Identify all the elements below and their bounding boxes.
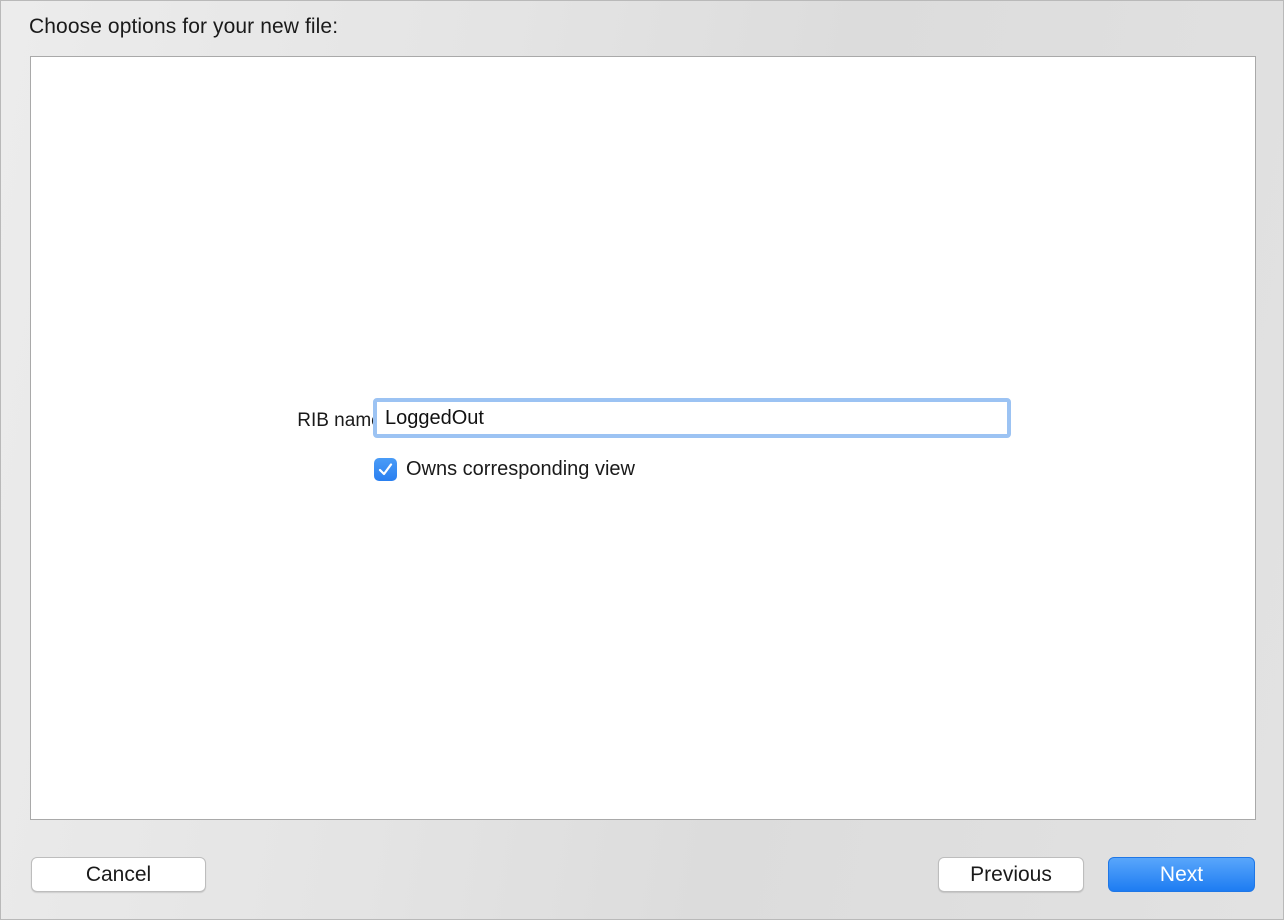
dialog-heading: Choose options for your new file: xyxy=(29,15,339,38)
rib-name-input[interactable] xyxy=(373,398,1011,438)
owns-view-option[interactable]: Owns corresponding view xyxy=(374,458,635,481)
cancel-button[interactable]: Cancel xyxy=(31,857,206,892)
checkmark-icon xyxy=(378,463,393,476)
owns-view-checkbox[interactable] xyxy=(374,458,397,481)
next-button[interactable]: Next xyxy=(1108,857,1255,892)
options-panel xyxy=(30,56,1256,820)
new-file-dialog: Choose options for your new file: RIB na… xyxy=(0,0,1284,920)
previous-button[interactable]: Previous xyxy=(938,857,1084,892)
owns-view-label: Owns corresponding view xyxy=(406,458,635,480)
